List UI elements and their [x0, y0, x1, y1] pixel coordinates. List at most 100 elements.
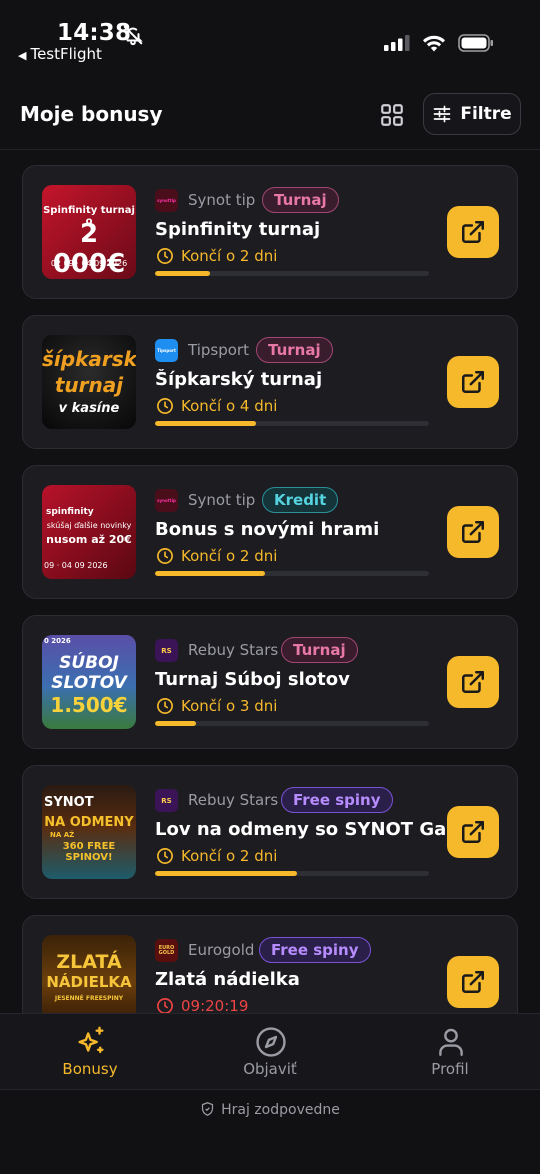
clock-icon	[157, 848, 173, 864]
thumbnail-text: turnaj	[54, 373, 124, 397]
open-bonus-button[interactable]	[447, 806, 499, 858]
filter-button[interactable]: Filtre	[423, 93, 521, 135]
thumbnail-text: NÁDIELKA	[46, 973, 132, 991]
external-link-icon	[462, 821, 484, 843]
wifi-icon	[423, 35, 445, 52]
provider-logo: synottip	[155, 189, 178, 212]
provider-logo-text: RS	[161, 646, 172, 655]
nav-item-objavit[interactable]: Objaviť	[210, 1014, 330, 1091]
bonus-card[interactable]: SYNOT NA ODMENY NA AŽ 360 FREE SPINOV! R…	[22, 765, 518, 899]
bonus-type-badge: Free spiny	[281, 787, 393, 813]
bonus-title: Lov na odmeny so SYNOT Ga...	[155, 819, 445, 840]
bonus-card[interactable]: 0 2026 SÚBOJ SLOTOV 1.500€ RS Rebuy Star…	[22, 615, 518, 749]
shield-icon	[202, 1102, 214, 1116]
provider-logo: RS	[155, 789, 178, 812]
provider-name: Rebuy Stars	[188, 791, 279, 809]
external-link-icon	[462, 371, 484, 393]
bonus-type-badge: Turnaj	[281, 637, 358, 663]
bonus-progress-fill	[155, 421, 257, 426]
external-link-icon	[462, 521, 484, 543]
sparkles-icon	[78, 1026, 104, 1054]
bottom-navigation: Bonusy Objaviť Profil	[0, 1013, 540, 1090]
clock-icon	[157, 398, 173, 414]
bonus-thumbnail: ZLATÁ NÁDIELKA JESENNÉ FREESPINY	[42, 935, 136, 1013]
bonus-countdown-text: 09:20:19	[181, 997, 249, 1013]
back-app-label: TestFlight	[30, 45, 102, 63]
bonus-ends-text: Končí o 4 dni	[181, 397, 278, 415]
thumbnail-text: SYNOT	[44, 795, 94, 810]
thumbnail-text: 360 FREE SPINOV!	[62, 841, 116, 863]
user-icon	[439, 1028, 463, 1056]
page-title: Moje bonusy	[20, 102, 163, 126]
open-bonus-button[interactable]	[447, 206, 499, 258]
thumbnail-text: 09 · 04 09 2026	[44, 561, 108, 570]
clock-icon	[157, 998, 173, 1013]
thumbnail-text: skúšaj ďalšie novinky	[46, 521, 132, 530]
bonus-card[interactable]: spinfinity skúšaj ďalšie novinky nusom a…	[22, 465, 518, 599]
battery-icon	[458, 34, 493, 52]
bonus-type-badge: Turnaj	[256, 337, 333, 363]
provider-name: Rebuy Stars	[188, 641, 279, 659]
bonus-thumbnail: Spinfinity turnaj o 2 000€ 02 09 · 04 09…	[42, 185, 136, 279]
thumbnail-text: NA ODMENY	[44, 815, 134, 830]
back-to-app-link[interactable]: ◀ TestFlight	[18, 45, 102, 63]
clock-icon	[157, 698, 173, 714]
bonus-progress-bar	[155, 421, 429, 426]
bonus-progress-bar	[155, 721, 429, 726]
bonus-card[interactable]: Spinfinity turnaj o 2 000€ 02 09 · 04 09…	[22, 165, 518, 299]
footer: Hraj zodpovedne	[0, 1090, 540, 1174]
open-bonus-button[interactable]	[447, 506, 499, 558]
bonus-thumbnail: 0 2026 SÚBOJ SLOTOV 1.500€	[42, 635, 136, 729]
responsible-gaming-note: Hraj zodpovedne	[0, 1101, 540, 1118]
nav-label: Objaviť	[243, 1060, 297, 1078]
bonus-ends-text: Končí o 3 dni	[181, 697, 278, 715]
thumbnail-text: SLOTOV	[51, 673, 127, 693]
provider-logo-text: synottip	[157, 498, 176, 503]
open-bonus-button[interactable]	[447, 656, 499, 708]
bonus-title: Turnaj Súboj slotov	[155, 669, 350, 690]
bonus-progress-bar	[155, 871, 429, 876]
provider-name: Eurogold	[188, 941, 255, 959]
nav-label: Profil	[431, 1060, 469, 1078]
open-bonus-button[interactable]	[447, 956, 499, 1008]
bonus-progress-fill	[155, 871, 298, 876]
clock-icon	[157, 548, 173, 564]
bonus-title: Spinfinity turnaj	[155, 219, 321, 240]
nav-item-bonusy[interactable]: Bonusy	[30, 1014, 150, 1091]
back-triangle-icon: ◀	[18, 49, 27, 62]
status-time: 14:38	[57, 20, 132, 46]
provider-logo: synottip	[155, 489, 178, 512]
external-link-icon	[462, 671, 484, 693]
provider-logo-text: RS	[161, 796, 172, 805]
thumbnail-text: 02 09 · 04 09 2026	[50, 259, 128, 268]
open-bonus-button[interactable]	[447, 356, 499, 408]
bonus-type-badge: Free spiny	[259, 937, 371, 963]
grid-view-icon[interactable]	[379, 102, 405, 128]
thumbnail-text: 2 000€	[52, 219, 126, 279]
bonus-progress-fill	[155, 721, 197, 726]
status-bar: 14:38 ◀ TestFlight	[0, 0, 540, 72]
bonus-ends-text: Končí o 2 dni	[181, 847, 278, 865]
thumbnail-text: nusom až 20€	[46, 533, 132, 546]
app-header: Moje bonusy Filtre	[0, 92, 540, 150]
bonus-title: Bonus s novými hrami	[155, 519, 380, 540]
thumbnail-text: JESENNÉ FREESPINY	[54, 995, 124, 1002]
bonus-progress-bar	[155, 571, 429, 576]
provider-logo-text: EURO GOLD	[158, 944, 175, 956]
bonus-list[interactable]: Spinfinity turnaj o 2 000€ 02 09 · 04 09…	[22, 165, 518, 1013]
bonus-progress-fill	[155, 271, 210, 276]
external-link-icon	[462, 221, 484, 243]
bonus-card[interactable]: šípkarský turnaj v kasíne Tipsport Tipsp…	[22, 315, 518, 449]
bonus-card[interactable]: ZLATÁ NÁDIELKA JESENNÉ FREESPINY EURO GO…	[22, 915, 518, 1013]
footer-text: Hraj zodpovedne	[221, 1102, 340, 1118]
nav-item-profil[interactable]: Profil	[390, 1014, 510, 1091]
thumbnail-text: 0 2026	[44, 637, 71, 645]
sliders-icon	[434, 105, 451, 123]
thumbnail-text: v kasíne	[58, 401, 120, 416]
signal-icon	[384, 35, 410, 51]
bonus-title: Šípkarský turnaj	[155, 369, 323, 390]
bonus-ends-text: Končí o 2 dni	[181, 247, 278, 265]
provider-name: Synot tip	[188, 491, 256, 509]
bonus-ends-text: Končí o 2 dni	[181, 547, 278, 565]
clock-icon	[157, 248, 173, 264]
